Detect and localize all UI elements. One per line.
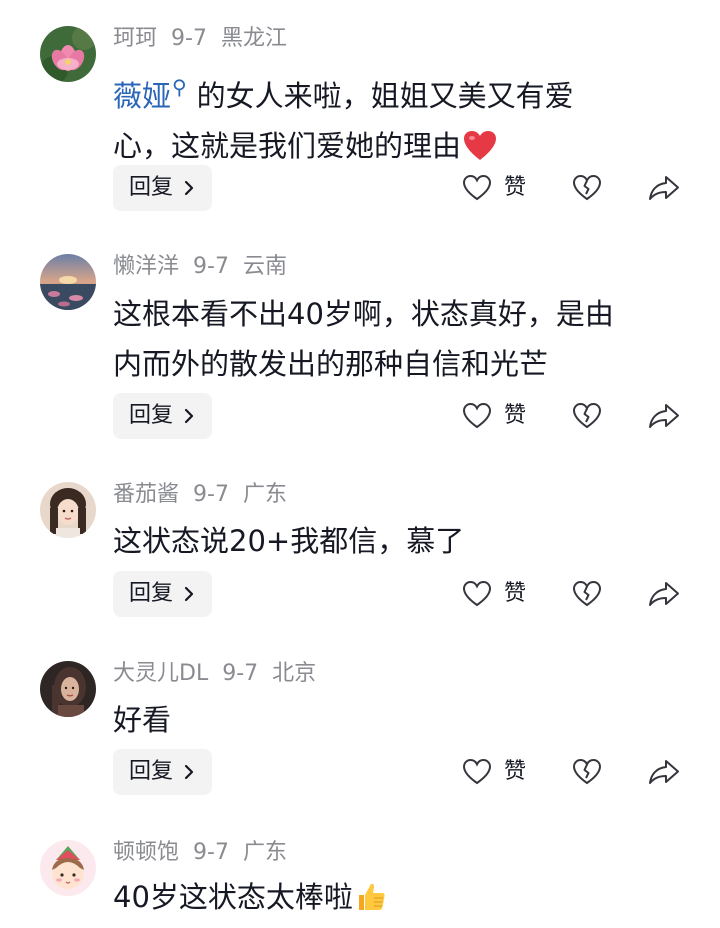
- like-label[interactable]: 赞: [504, 749, 526, 795]
- comment-date: 9-7: [193, 254, 229, 279]
- comment-date: 9-7: [171, 26, 207, 51]
- chevron-right-icon: [184, 586, 194, 602]
- comment-text: 好看: [113, 703, 172, 737]
- chevron-right-icon: [184, 180, 194, 196]
- comment-text: 40岁这状态太棒啦: [113, 872, 673, 928]
- avatar[interactable]: [40, 661, 96, 717]
- comment-text: 这状态说20+我都信，慕了: [113, 524, 465, 558]
- username[interactable]: 大灵儿DL: [113, 661, 208, 686]
- comment-location: 北京: [272, 661, 317, 686]
- share-icon[interactable]: [648, 173, 680, 203]
- avatar[interactable]: [40, 26, 96, 82]
- broken-heart-icon[interactable]: [572, 173, 602, 203]
- search-icon: ⚲: [172, 75, 187, 99]
- comment-actions: 赞: [462, 571, 692, 617]
- username[interactable]: 顿顿饱: [113, 840, 179, 865]
- comment-actions: 赞: [462, 393, 692, 439]
- reply-button[interactable]: 回复: [113, 165, 212, 211]
- heart-icon[interactable]: [462, 579, 492, 609]
- like-label[interactable]: 赞: [504, 165, 526, 211]
- comment-date: 9-7: [193, 840, 229, 865]
- comment-date: 9-7: [222, 661, 259, 686]
- heart-icon[interactable]: [462, 401, 492, 431]
- share-icon[interactable]: [648, 757, 680, 787]
- share-icon[interactable]: [648, 401, 680, 431]
- chevron-right-icon: [184, 764, 194, 780]
- comment-location: 广东: [242, 840, 287, 865]
- comment-location: 云南: [242, 254, 287, 279]
- reply-button[interactable]: 回复: [113, 393, 212, 439]
- comment-meta: 大灵儿DL 9-7 北京: [113, 659, 330, 689]
- broken-heart-icon[interactable]: [572, 579, 602, 609]
- like-label[interactable]: 赞: [504, 571, 526, 617]
- heart-icon[interactable]: [462, 173, 492, 203]
- comment-meta: 番茄酱 9-7 广东: [113, 480, 301, 510]
- share-icon[interactable]: [648, 579, 680, 609]
- comment-actions: 赞: [462, 165, 692, 211]
- comment-meta: 顿顿饱 9-7 广东: [113, 838, 301, 868]
- comment-meta: 懒洋洋 9-7 云南: [113, 252, 301, 282]
- comment-text: 薇娅⚲ 的女人来啦，姐姐又美又有爱 心，这就是我们爱她的理由: [113, 62, 673, 177]
- chevron-right-icon: [184, 408, 194, 424]
- username[interactable]: 珂珂: [113, 26, 157, 51]
- reply-button[interactable]: 回复: [113, 749, 212, 795]
- comment-meta: 珂珂 9-7 黑龙江: [113, 24, 301, 54]
- avatar[interactable]: [40, 254, 96, 310]
- thumbs-up-emoji: [355, 878, 387, 928]
- broken-heart-icon[interactable]: [572, 401, 602, 431]
- avatar[interactable]: [40, 840, 96, 896]
- broken-heart-icon[interactable]: [572, 757, 602, 787]
- comment-location: 黑龙江: [220, 26, 287, 51]
- reply-button[interactable]: 回复: [113, 571, 212, 617]
- comment-text: 这根本看不出40岁啊，状态真好，是由 内而外的散发出的那种自信和光芒: [113, 297, 614, 381]
- comment-date: 9-7: [193, 482, 229, 507]
- mention-link[interactable]: 薇娅: [113, 79, 171, 113]
- username[interactable]: 懒洋洋: [113, 254, 179, 279]
- comment-location: 广东: [242, 482, 287, 507]
- like-label[interactable]: 赞: [504, 393, 526, 439]
- heart-icon[interactable]: [462, 757, 492, 787]
- username[interactable]: 番茄酱: [113, 482, 179, 507]
- comment-list: 珂珂 9-7 黑龙江 薇娅⚲ 的女人来啦，姐姐又美又有爱 心，这就是我们爱她的理由 回…: [0, 0, 720, 924]
- avatar[interactable]: [40, 482, 96, 538]
- comment-actions: 赞: [462, 749, 692, 795]
